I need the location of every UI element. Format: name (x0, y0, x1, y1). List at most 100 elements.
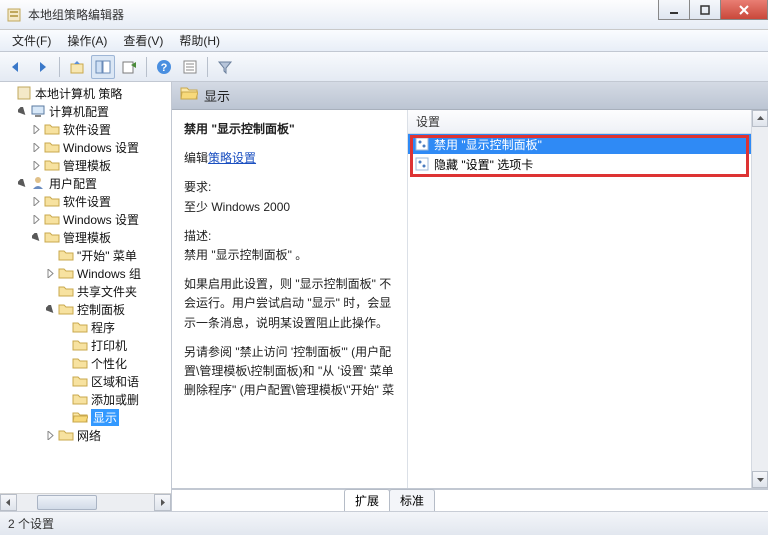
folder-icon (44, 229, 60, 245)
expand-icon[interactable] (30, 123, 42, 135)
expand-icon[interactable] (44, 429, 56, 441)
scroll-thumb[interactable] (37, 495, 97, 510)
edit-policy-link[interactable]: 策略设置 (208, 151, 256, 165)
maximize-button[interactable] (689, 0, 721, 20)
tree-uc-windows[interactable]: Windows 设置 (0, 210, 171, 228)
tree-network[interactable]: 网络 (0, 426, 171, 444)
back-button[interactable] (4, 55, 28, 79)
scroll-up-button[interactable] (752, 110, 768, 127)
tree-personalization[interactable]: 个性化 (0, 354, 171, 372)
expand-icon[interactable] (30, 141, 42, 153)
window-title: 本地组策略编辑器 (28, 6, 124, 23)
scroll-down-button[interactable] (752, 471, 768, 488)
tree-control-panel[interactable]: 控制面板 (0, 300, 171, 318)
menu-help[interactable]: 帮助(H) (171, 30, 228, 51)
folder-icon (72, 319, 88, 335)
help-button[interactable]: ? (152, 55, 176, 79)
tree-label: 打印机 (91, 337, 127, 354)
minimize-button[interactable] (658, 0, 690, 20)
scroll-right-button[interactable] (154, 494, 171, 511)
tree-cc-software[interactable]: 软件设置 (0, 120, 171, 138)
tab-extended[interactable]: 扩展 (344, 489, 390, 511)
close-button[interactable] (720, 0, 768, 20)
list-item-label: 隐藏 "设置" 选项卡 (434, 156, 533, 173)
tree-label: 显示 (91, 409, 119, 426)
tree-printers[interactable]: 打印机 (0, 336, 171, 354)
folder-icon (44, 157, 60, 173)
list-body: 禁用 "显示控制面板" 隐藏 "设置" 选项卡 (408, 134, 751, 488)
show-tree-button[interactable] (91, 55, 115, 79)
tree-programs[interactable]: 程序 (0, 318, 171, 336)
tab-standard[interactable]: 标准 (389, 489, 435, 511)
description-para1: 如果启用此设置，则 "显示控制面板" 不会运行。用户尝试启动 "显示" 时，会显… (184, 275, 395, 333)
tree-label: Windows 设置 (63, 211, 139, 228)
tree-label: Windows 组 (77, 265, 141, 282)
tree-root[interactable]: 本地计算机 策略 (0, 84, 171, 102)
expand-icon[interactable] (30, 159, 42, 171)
collapse-icon[interactable] (16, 105, 28, 117)
folder-icon (58, 265, 74, 281)
tree-computer-config[interactable]: 计算机配置 (0, 102, 171, 120)
description-label: 描述: (184, 229, 211, 243)
policy-item-icon (414, 136, 430, 152)
up-button[interactable] (65, 55, 89, 79)
toolbar-separator (59, 57, 60, 77)
computer-icon (30, 103, 46, 119)
desc-vscrollbar[interactable] (751, 110, 768, 488)
forward-button[interactable] (30, 55, 54, 79)
menu-file[interactable]: 文件(F) (4, 30, 59, 51)
list-header-settings[interactable]: 设置 (408, 110, 751, 134)
description-line: 禁用 "显示控制面板" 。 (184, 248, 307, 262)
scroll-track[interactable] (752, 127, 768, 471)
content-area: 禁用 "显示控制面板" 编辑策略设置 要求:至少 Windows 2000 描述… (172, 110, 768, 489)
collapse-icon[interactable] (30, 231, 42, 243)
tree-hscrollbar[interactable] (0, 493, 171, 511)
folder-icon (72, 391, 88, 407)
tree-label: 管理模板 (63, 157, 111, 174)
tree-start-menu[interactable]: "开始" 菜单 (0, 246, 171, 264)
tree-shared-folders[interactable]: 共享文件夹 (0, 282, 171, 300)
tree-cc-admin[interactable]: 管理模板 (0, 156, 171, 174)
tree-label: 程序 (91, 319, 115, 336)
tree-windows-comp[interactable]: Windows 组 (0, 264, 171, 282)
scroll-track[interactable] (17, 494, 154, 511)
tree-uc-software[interactable]: 软件设置 (0, 192, 171, 210)
list-item-label: 禁用 "显示控制面板" (434, 136, 542, 153)
tree-cc-windows[interactable]: Windows 设置 (0, 138, 171, 156)
properties-button[interactable] (178, 55, 202, 79)
tree-label: 本地计算机 策略 (35, 85, 122, 102)
collapse-icon[interactable] (44, 303, 56, 315)
expand-icon[interactable] (30, 195, 42, 207)
tree-add-remove[interactable]: 添加或删 (0, 390, 171, 408)
collapse-icon[interactable] (16, 177, 28, 189)
folder-icon (44, 139, 60, 155)
folder-icon (58, 427, 74, 443)
tree-label: "开始" 菜单 (77, 247, 137, 264)
menu-action[interactable]: 操作(A) (59, 30, 115, 51)
tree-label: 计算机配置 (49, 103, 109, 120)
folder-icon (72, 373, 88, 389)
expand-icon[interactable] (30, 213, 42, 225)
tree-pane: 本地计算机 策略 计算机配置 软件设置 Windows 设置 管理模板 用户配置… (0, 82, 172, 511)
scroll-left-button[interactable] (0, 494, 17, 511)
menubar: 文件(F) 操作(A) 查看(V) 帮助(H) (0, 30, 768, 52)
tree[interactable]: 本地计算机 策略 计算机配置 软件设置 Windows 设置 管理模板 用户配置… (0, 82, 171, 493)
tree-region[interactable]: 区域和语 (0, 372, 171, 390)
export-button[interactable] (117, 55, 141, 79)
tree-label: 管理模板 (63, 229, 111, 246)
list-item-disable-display[interactable]: 禁用 "显示控制面板" (408, 134, 751, 154)
statusbar: 2 个设置 (0, 511, 768, 535)
filter-button[interactable] (213, 55, 237, 79)
expand-icon[interactable] (44, 267, 56, 279)
menu-view[interactable]: 查看(V) (115, 30, 171, 51)
tabs-row: 扩展 标准 (172, 489, 768, 511)
tree-display[interactable]: 显示 (0, 408, 171, 426)
right-pane: 显示 禁用 "显示控制面板" 编辑策略设置 要求:至少 Windows 2000… (172, 82, 768, 511)
settings-list-column: 设置 禁用 "显示控制面板" 隐藏 "设置" 选项卡 (407, 110, 751, 488)
status-text: 2 个设置 (8, 515, 54, 532)
tree-label: 网络 (77, 427, 101, 444)
tree-user-config[interactable]: 用户配置 (0, 174, 171, 192)
list-item-hide-settings-tab[interactable]: 隐藏 "设置" 选项卡 (408, 154, 751, 174)
tree-uc-admin[interactable]: 管理模板 (0, 228, 171, 246)
app-icon (6, 7, 22, 23)
